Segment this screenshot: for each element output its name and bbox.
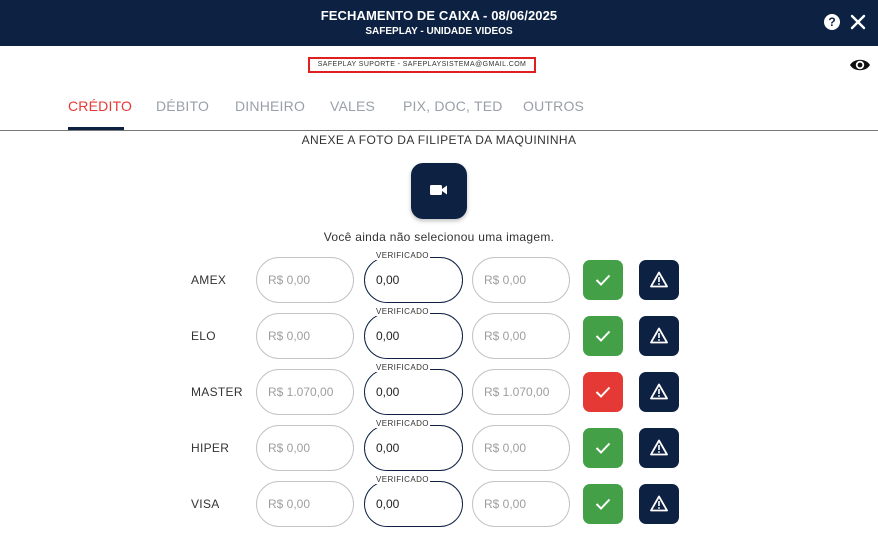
warning-icon <box>650 439 668 456</box>
report-issue-button[interactable] <box>639 372 679 412</box>
payment-tabs: CRÉDITO DÉBITO DINHEIRO VALES PIX, DOC, … <box>0 90 878 131</box>
report-issue-button[interactable] <box>639 260 679 300</box>
dialog-subtitle: SAFEPLAY - UNIDADE VIDEOS <box>365 26 513 37</box>
check-icon <box>595 386 611 398</box>
no-image-message: Você ainda não selecionou uma imagem. <box>323 230 555 244</box>
verified-legend: VERIFICADO <box>375 419 430 428</box>
difference-amount-field[interactable]: R$ 1.070,00 <box>472 369 570 415</box>
active-tab-indicator <box>68 127 124 130</box>
report-issue-button[interactable] <box>639 316 679 356</box>
warning-icon <box>650 327 668 344</box>
verified-amount-field[interactable]: 0,00 <box>364 369 463 415</box>
confirm-button[interactable] <box>583 484 623 524</box>
verified-legend: VERIFICADO <box>375 475 430 484</box>
tab-outros[interactable]: OUTROS <box>523 98 584 114</box>
verified-legend: VERIFICADO <box>375 307 430 316</box>
report-issue-button[interactable] <box>639 428 679 468</box>
reported-amount-field[interactable]: R$ 0,00 <box>256 313 354 359</box>
tab-credito[interactable]: CRÉDITO <box>68 98 132 114</box>
upload-instruction: ANEXE A FOTO DA FILIPETA DA MAQUININHA <box>301 133 577 147</box>
dialog-header: FECHAMENTO DE CAIXA - 08/06/2025 SAFEPLA… <box>0 0 878 46</box>
verified-legend: VERIFICADO <box>375 251 430 260</box>
confirm-button[interactable] <box>583 260 623 300</box>
reported-amount-field[interactable]: R$ 0,00 <box>256 425 354 471</box>
card-brand-label: HIPER <box>191 441 230 455</box>
confirm-button[interactable] <box>583 372 623 412</box>
check-icon <box>595 330 611 342</box>
video-camera-icon <box>430 185 447 195</box>
difference-amount-field[interactable]: R$ 0,00 <box>472 257 570 303</box>
eye-icon[interactable] <box>849 56 871 74</box>
card-row-visa: VISA R$ 0,00 0,00 VERIFICADO R$ 0,00 <box>0 475 878 531</box>
verified-amount-field[interactable]: 0,00 <box>364 481 463 527</box>
verified-amount-field[interactable]: 0,00 <box>364 313 463 359</box>
reported-amount-field[interactable]: R$ 1.070,00 <box>256 369 354 415</box>
card-brand-label: ELO <box>191 329 216 343</box>
difference-amount-field[interactable]: R$ 0,00 <box>472 425 570 471</box>
card-row-master: MASTER R$ 1.070,00 0,00 VERIFICADO R$ 1.… <box>0 363 878 419</box>
dialog-title: FECHAMENTO DE CAIXA - 08/06/2025 <box>320 8 558 23</box>
verified-amount-field[interactable]: 0,00 <box>364 425 463 471</box>
card-brand-label: MASTER <box>191 385 243 399</box>
confirm-button[interactable] <box>583 316 623 356</box>
card-row-hiper: HIPER R$ 0,00 0,00 VERIFICADO R$ 0,00 <box>0 419 878 475</box>
difference-amount-field[interactable]: R$ 0,00 <box>472 313 570 359</box>
difference-amount-field[interactable]: R$ 0,00 <box>472 481 570 527</box>
report-issue-button[interactable] <box>639 484 679 524</box>
verified-amount-field[interactable]: 0,00 <box>364 257 463 303</box>
confirm-button[interactable] <box>583 428 623 468</box>
check-icon <box>595 498 611 510</box>
reported-amount-field[interactable]: R$ 0,00 <box>256 481 354 527</box>
verified-legend: VERIFICADO <box>375 363 430 372</box>
card-row-amex: AMEX R$ 0,00 0,00 VERIFICADO R$ 0,00 <box>0 251 878 307</box>
tab-pix-doc-ted[interactable]: PIX, DOC, TED <box>403 98 503 114</box>
warning-icon <box>650 271 668 288</box>
warning-icon <box>650 495 668 512</box>
card-brand-label: AMEX <box>191 273 227 287</box>
camera-upload-button[interactable] <box>411 163 467 219</box>
tab-debito[interactable]: DÉBITO <box>156 98 209 114</box>
tab-vales[interactable]: VALES <box>330 98 375 114</box>
check-icon <box>595 274 611 286</box>
reported-amount-field[interactable]: R$ 0,00 <box>256 257 354 303</box>
support-contact: SAFEPLAY SUPORTE - SAFEPLAYSISTEMA@GMAIL… <box>308 57 536 73</box>
check-icon <box>595 442 611 454</box>
help-icon[interactable]: ? <box>824 14 840 30</box>
tab-dinheiro[interactable]: DINHEIRO <box>235 98 305 114</box>
card-brand-label: VISA <box>191 497 220 511</box>
close-icon[interactable] <box>849 13 867 31</box>
warning-icon <box>650 383 668 400</box>
card-row-elo: ELO R$ 0,00 0,00 VERIFICADO R$ 0,00 <box>0 307 878 363</box>
